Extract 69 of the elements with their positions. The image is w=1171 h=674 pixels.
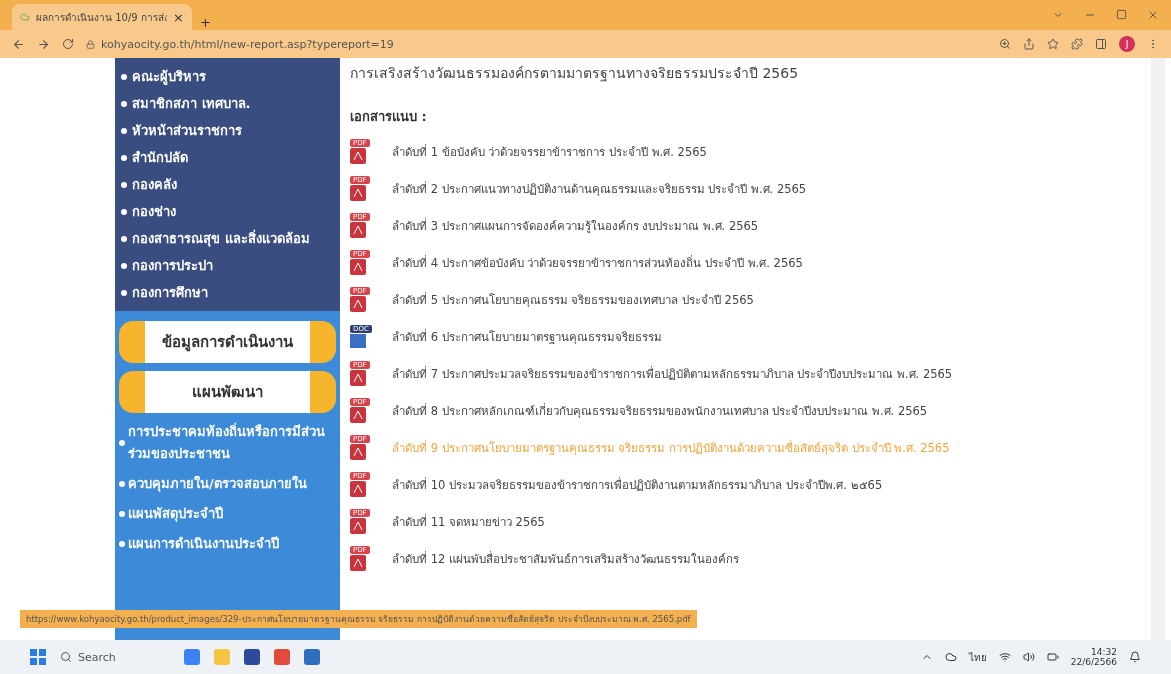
pdf-icon [350, 444, 366, 460]
section-banner[interactable]: แผนพัฒนา [119, 371, 336, 413]
language-indicator[interactable]: ไทย [968, 649, 987, 665]
attachment-link[interactable]: ลำดับที่ 12 แผ่นพับสื่อประชาสัมพันธ์การเสริมสร้างวัฒนธรรมในองค์กร [392, 549, 739, 568]
attachment-link[interactable]: ลำดับที่ 10 ประมวลจริยธรรมของข้าราชการเพื่อปฏิบัติงานตามหลักธรรมาภิบาล ประจำปีพ.ศ. ๒๕65 [392, 475, 883, 494]
sidebar-link[interactable]: ควบคุมภายใน/ตรวจสอบภายใน [119, 473, 336, 496]
maximize-icon[interactable] [1116, 9, 1127, 20]
new-tab-button[interactable]: + [200, 15, 211, 30]
taskbar-app-icon[interactable] [304, 649, 320, 665]
page-title: การเสริงสร้างวัฒนธรรมองค์กรตามมาตรฐานทางจริยธรรมประจำปี 2565 [350, 64, 800, 84]
notification-icon[interactable] [1129, 651, 1141, 663]
pdf-icon [350, 370, 366, 386]
sidebar-menu-item[interactable]: สมาชิกสภา เทศบาล. [121, 93, 334, 114]
attachment-link[interactable]: ลำดับที่ 5 ประกาศนโยบายคุณธรรม จริยธรรมของเทศบาล ประจำปี 2565 [392, 290, 754, 309]
address-bar[interactable]: kohyaocity.go.th/html/new-report.asp?typereport=19 [86, 37, 987, 51]
back-icon[interactable] [12, 37, 25, 51]
taskbar-search[interactable]: Search [60, 650, 170, 664]
attachment-link[interactable]: ลำดับที่ 6 ประกาศนโยบายมาตรฐานคุณธรรมจริยธรรม [392, 327, 662, 346]
pdf-icon [350, 555, 366, 571]
forward-icon[interactable] [37, 37, 50, 51]
pdf-icon [350, 185, 366, 201]
pdf-icon [350, 518, 366, 534]
attachment-link[interactable]: ลำดับที่ 11 จดหมายข่าว 2565 [392, 512, 545, 531]
sidebar-menu-item[interactable]: กองสาธารณสุข และสิ่งแวดล้อม [121, 228, 334, 249]
attachment-link[interactable]: ลำดับที่ 2 ประกาศแนวทางปฏิบัติงานด้านคุณธรรมและจริยธรรม ประจำปี พ.ศ. 2565 [392, 179, 807, 198]
document-icon [350, 334, 366, 348]
attachment-link[interactable]: ลำดับที่ 7 ประกาศประมวลจริยธรรมของข้าราชการเพื่อปฏิบัติตามหลักธรรมาภิบาล ประจำปีงบประมาณ พ.ศ. 2565 [392, 364, 953, 383]
side-panel-icon[interactable] [1095, 38, 1107, 50]
tab-close-button[interactable]: × [173, 9, 184, 25]
pdf-icon [350, 407, 366, 423]
section-banner[interactable]: ข้อมูลการดำเนินงาน [119, 321, 336, 363]
sidebar-menu-item[interactable]: สำนักปลัด [121, 147, 334, 168]
start-icon[interactable] [30, 649, 46, 665]
sidebar-menu-item[interactable]: คณะผู้บริหาร [121, 66, 334, 87]
sidebar-link[interactable]: การประชาคมท้องถิ่นหรือการมีส่วนร่วมของประชาชน [119, 421, 336, 466]
attachments-heading: เอกสารแนบ : [350, 108, 428, 126]
speaker-icon[interactable] [1022, 651, 1035, 663]
extensions-icon[interactable] [1071, 38, 1083, 50]
search-icon [60, 651, 72, 663]
sidebar-menu-item[interactable]: กองคลัง [121, 174, 334, 195]
attachment-link[interactable]: ลำดับที่ 4 ประกาศข้อบังคับ ว่าด้วยจรรยาข้าราชการส่วนท้องถิ่น ประจำปี พ.ศ. 2565 [392, 253, 803, 272]
sidebar-link[interactable]: แผนการดำเนินงานประจำปี [119, 533, 336, 556]
lock-icon [86, 39, 95, 49]
attachment-link[interactable]: ลำดับที่ 8 ประกาศหลักเกณฑ์เกี่ยวกับคุณธรรมจริยธรรมของพนักงานเทศบาล ประจำปีงบประมาณ พ.ศ. 2565 [392, 401, 928, 420]
zoom-icon[interactable] [999, 38, 1011, 50]
pdf-icon [350, 148, 366, 164]
sidebar-menu-item[interactable]: หัวหน้าส่วนราชการ [121, 120, 334, 141]
sidebar-menu-item[interactable]: กองการประปา [121, 255, 334, 276]
reload-icon[interactable] [62, 38, 74, 50]
attachment-link[interactable]: ลำดับที่ 3 ประกาศแผนการจัดองค์ความรู้ในองค์กร งบประมาณ พ.ศ. 2565 [392, 216, 759, 235]
sidebar-menu-item[interactable]: กองการศึกษา [121, 282, 334, 303]
profile-avatar[interactable]: J [1119, 36, 1135, 52]
share-icon[interactable] [1023, 38, 1035, 50]
close-icon[interactable] [1147, 9, 1159, 21]
attachment-link[interactable]: ลำดับที่ 1 ข้อบังคับ ว่าด้วยจรรยาข้าราชการ ประจำปี พ.ศ. 2565 [392, 142, 707, 161]
pdf-icon [350, 259, 366, 275]
pdf-icon [350, 296, 366, 312]
clock-time[interactable]: 14:32 [1091, 647, 1117, 657]
battery-icon[interactable] [1046, 651, 1059, 663]
cloud-icon[interactable] [944, 651, 957, 663]
sidebar-link[interactable]: แผนพัสดุประจำปี [119, 503, 336, 526]
pdf-icon [350, 222, 366, 238]
status-url: https://www.kohyaocity.go.th/product_images/329-ประกาศนโยบายมาตรฐานคุณธรรม จริยธรรม การปฏิบัติงานด้วยความซื่อสัตย์สุจริต ประจำปีงบประมาณ พ.ศ. 2565.pdf [20, 610, 697, 628]
wifi-icon[interactable] [998, 651, 1011, 663]
taskbar-app-icon[interactable] [244, 649, 260, 665]
bookmark-star-icon[interactable] [1047, 38, 1059, 50]
pdf-icon [350, 481, 366, 497]
sidebar-menu-item[interactable]: กองช่าง [121, 201, 334, 222]
clock-date[interactable]: 22/6/2566 [1070, 657, 1117, 667]
